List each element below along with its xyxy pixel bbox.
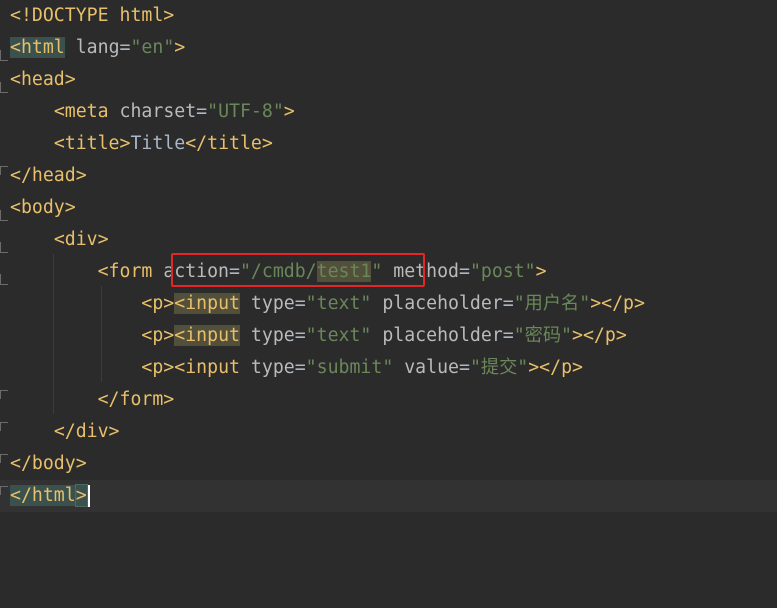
tag-token: <head> (10, 69, 76, 90)
attribute-token: lang (75, 37, 120, 58)
fold-marker-icon[interactable] (0, 82, 8, 93)
code-line[interactable]: <div> (0, 224, 777, 256)
code-line[interactable]: <meta charset="UTF-8"> (0, 96, 777, 128)
tag-name-token: html (20, 37, 65, 58)
code-line[interactable]: <html lang="en"> (0, 32, 777, 64)
text-caret (87, 485, 90, 507)
code-line[interactable]: <p><input type="text" placeholder="用户名">… (0, 288, 777, 320)
code-line[interactable]: </body> (0, 448, 777, 480)
fold-marker-icon[interactable] (0, 242, 8, 253)
fold-marker-icon[interactable] (0, 454, 8, 463)
fold-marker-icon[interactable] (0, 274, 8, 285)
code-line[interactable]: </form> (0, 384, 777, 416)
fold-marker-icon[interactable] (0, 210, 8, 221)
code-line-current[interactable]: </html> (0, 480, 777, 512)
string-token: "en" (130, 37, 175, 58)
code-line[interactable]: <p><input type="text" placeholder="密码"><… (0, 320, 777, 352)
code-editor[interactable]: <!DOCTYPE html> <html lang="en"> <head> … (0, 0, 777, 521)
fold-marker-icon[interactable] (0, 422, 8, 431)
code-line[interactable]: <body> (0, 192, 777, 224)
code-line[interactable]: <p><input type="submit" value="提交"></p> (0, 352, 777, 384)
code-line[interactable]: <!DOCTYPE html> (0, 0, 777, 32)
code-line[interactable]: </head> (0, 160, 777, 192)
code-line[interactable]: </div> (0, 416, 777, 448)
tag-token: < (10, 37, 21, 58)
fold-marker-icon[interactable] (0, 486, 8, 495)
matched-bracket: > (74, 484, 88, 507)
doctype-token: <!DOCTYPE html> (10, 5, 175, 26)
code-line[interactable]: <head> (0, 64, 777, 96)
highlight-annotation-box (171, 253, 425, 287)
code-line[interactable]: <title>Title</title> (0, 128, 777, 160)
fold-marker-icon[interactable] (0, 166, 8, 175)
fold-marker-icon[interactable] (0, 50, 8, 61)
fold-marker-icon[interactable] (0, 390, 8, 399)
